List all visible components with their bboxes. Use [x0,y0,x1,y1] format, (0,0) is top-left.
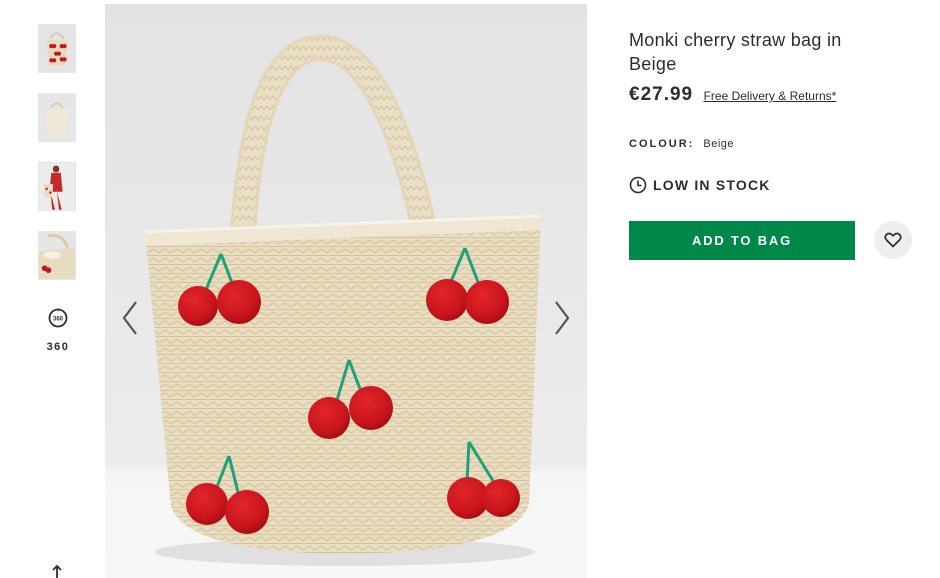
product-title: Monki cherry straw bag in Beige [629,30,842,74]
main-product-image [105,4,587,578]
thumbnail-image [39,25,75,72]
save-for-later-button[interactable] [874,221,912,259]
chevron-right-icon[interactable] [550,298,574,338]
product-price: €27.99 [629,84,694,105]
heart-icon [884,232,902,248]
stock-status: LOW IN STOCK [629,176,771,194]
view-360-label: 360 [46,341,70,353]
thumbnail-image [39,163,75,210]
clock-icon [629,176,647,194]
add-to-bag-button[interactable]: ADD TO BAG [629,221,855,260]
arrow-up-icon[interactable] [50,564,64,578]
360-rotate-icon: 360 [48,308,68,328]
price-row: €27.99 Free Delivery & Returns* [629,84,836,106]
svg-text:360: 360 [53,317,64,323]
stock-status-text: LOW IN STOCK [653,177,771,193]
colour-row: COLOUR: Beige [629,138,734,150]
colour-value: Beige [703,138,735,150]
view-360-button[interactable]: 360 360 [38,307,78,353]
free-delivery-link[interactable]: Free Delivery & Returns* [704,89,837,103]
thumbnail-bag-closeup[interactable] [38,231,76,280]
thumbnail-bag-plain[interactable] [38,93,76,142]
thumbnail-image [39,94,75,141]
thumbnail-model-wearing-bag[interactable] [38,162,76,211]
thumbnail-image [39,232,75,279]
chevron-left-icon[interactable] [118,298,142,338]
thumbnail-bag-front[interactable] [38,24,76,73]
product-photo [105,4,587,578]
colour-label: COLOUR: [629,138,695,150]
